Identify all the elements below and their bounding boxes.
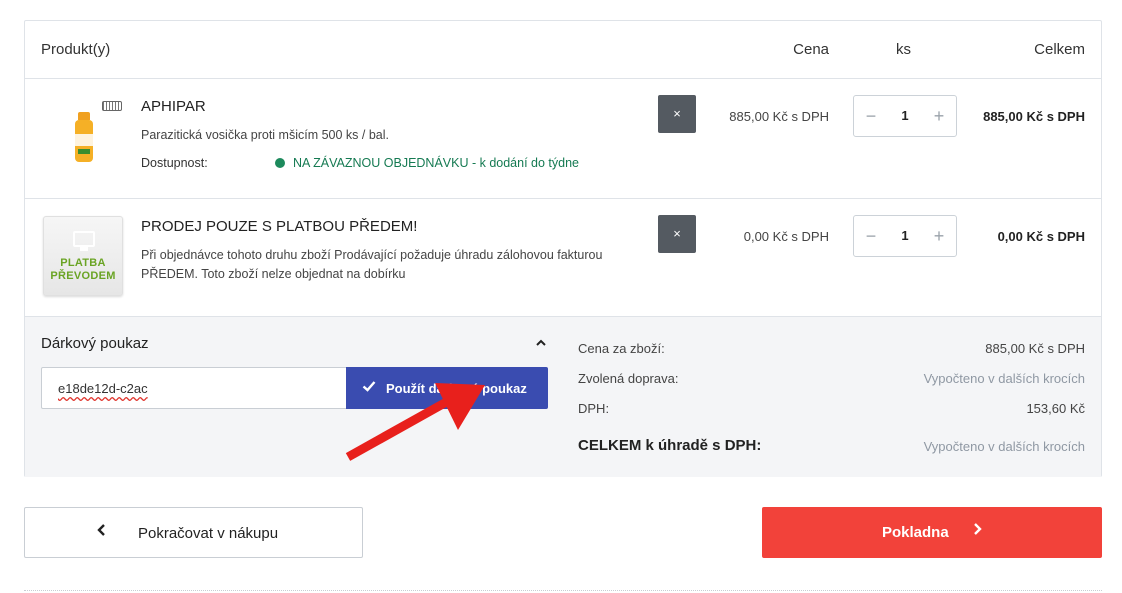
product-description-line2: PŘEDEM. Toto zboží nelze objednat na dob… (141, 267, 406, 281)
apply-voucher-button[interactable]: Použít dárkový poukaz (346, 367, 548, 409)
quantity-decrease-button[interactable]: − (856, 216, 886, 256)
vat-value: 153,60 Kč (1026, 401, 1085, 416)
monitor-icon (73, 231, 95, 247)
divider (24, 590, 1102, 591)
remove-item-button[interactable]: × (658, 95, 696, 133)
apply-voucher-label: Použít dárkový poukaz (386, 381, 527, 396)
grand-total-value: Vypočteno v dalších krocích (923, 439, 1085, 454)
product-description: Parazitická vosička proti mšicím 500 ks … (141, 128, 389, 142)
vat-label: DPH: (578, 401, 610, 416)
grand-total-label: CELKEM k úhradě s DPH: (578, 437, 762, 454)
quantity-increase-button[interactable]: + (924, 216, 954, 256)
availability-label: Dostupnost: (141, 156, 208, 170)
row-total: 885,00 Kč s DPH (983, 109, 1085, 124)
quantity-decrease-button[interactable]: − (856, 96, 886, 136)
gift-voucher-code: e18de12d-c2ac (58, 381, 148, 396)
chevron-right-icon (972, 522, 982, 540)
status-dot-icon (275, 158, 285, 168)
continue-shopping-button[interactable]: Pokračovat v nákupu (24, 507, 363, 558)
row-total: 0,00 Kč s DPH (997, 229, 1085, 244)
package-icon (102, 101, 122, 111)
chevron-up-icon[interactable] (535, 337, 549, 351)
shipping-value: Vypočteno v dalších krocích (923, 371, 1085, 386)
unit-price: 885,00 Kč s DPH (729, 109, 829, 124)
shipping-label: Zvolená doprava: (578, 371, 679, 386)
product-description-line1: Při objednávce tohoto druhu zboží Prodáv… (141, 248, 603, 262)
gift-voucher-title: Dárkový poukaz (41, 335, 149, 352)
checkout-label: Pokladna (882, 524, 949, 541)
continue-shopping-label: Pokračovat v nákupu (138, 525, 279, 542)
remove-item-button[interactable]: × (658, 215, 696, 253)
product-name[interactable]: APHIPAR (141, 98, 206, 115)
quantity-stepper: − 1 + (853, 215, 957, 257)
cart-summary: Dárkový poukaz e18de12d-c2ac Použít dárk… (25, 317, 1101, 477)
availability-status: NA ZÁVAZNOU OBJEDNÁVKU - k dodání do týd… (275, 156, 579, 170)
header-price: Cena (793, 41, 829, 58)
checkout-button[interactable]: Pokladna (762, 507, 1102, 558)
product-thumbnail[interactable] (75, 112, 93, 162)
product-name[interactable]: PRODEJ POUZE S PLATBOU PŘEDEM! (141, 218, 417, 235)
quantity-stepper: − 1 + (853, 95, 957, 137)
chevron-left-icon (97, 523, 107, 541)
cart-header: Produkt(y) Cena ks Celkem (25, 21, 1101, 79)
header-quantity: ks (896, 41, 911, 58)
cart-table: Produkt(y) Cena ks Celkem APHIPAR Parazi… (24, 20, 1102, 477)
check-icon (362, 379, 376, 396)
quantity-input[interactable]: 1 (888, 216, 922, 256)
header-total: Celkem (1034, 41, 1085, 58)
platba-prevodem-thumbnail[interactable]: PLATBA PŘEVODEM (43, 216, 123, 296)
cart-row-prepayment: PLATBA PŘEVODEM PRODEJ POUZE S PLATBOU P… (25, 199, 1101, 317)
header-product: Produkt(y) (41, 41, 111, 58)
goods-price-label: Cena za zboží: (578, 341, 665, 356)
goods-price-value: 885,00 Kč s DPH (985, 341, 1085, 356)
quantity-input[interactable]: 1 (888, 96, 922, 136)
unit-price: 0,00 Kč s DPH (743, 229, 829, 244)
quantity-increase-button[interactable]: + (924, 96, 954, 136)
cart-row-aphipar: APHIPAR Parazitická vosička proti mšicím… (25, 79, 1101, 199)
